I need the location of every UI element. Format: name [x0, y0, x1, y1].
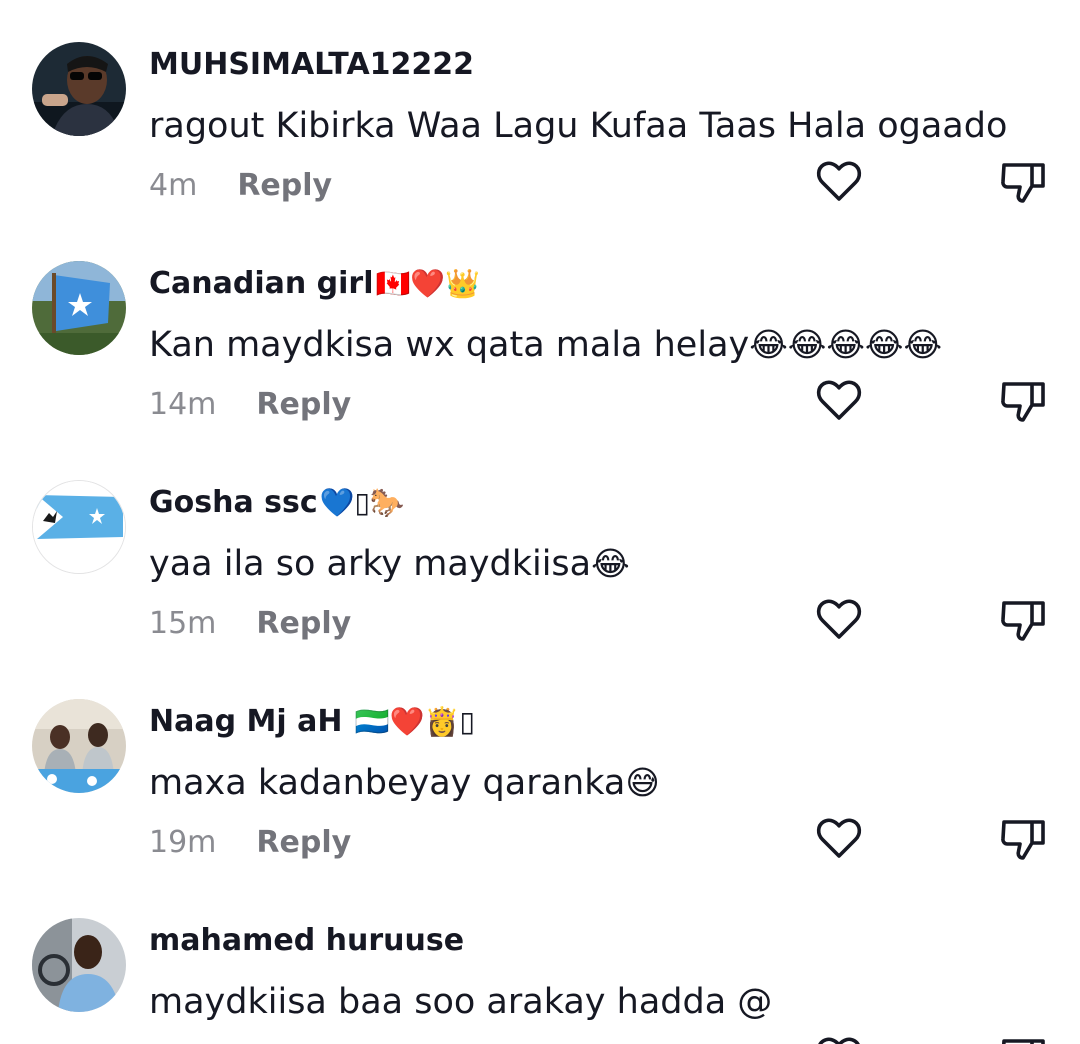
comment-username[interactable]: MUHSIMALTA12222: [149, 46, 476, 84]
like-button[interactable]: [814, 156, 864, 206]
comment-text-body: yaa ila so arky maydkiisa: [149, 544, 592, 584]
like-button[interactable]: [814, 594, 864, 644]
avatar[interactable]: [32, 42, 126, 136]
avatar[interactable]: [32, 918, 126, 1012]
reply-button[interactable]: Reply: [256, 825, 351, 861]
dislike-button[interactable]: [998, 1032, 1048, 1044]
dislike-button[interactable]: [998, 813, 1048, 863]
username-text: mahamed huruuse: [149, 923, 465, 958]
comment-username[interactable]: Gosha ssc💙▯🐎: [149, 484, 405, 522]
comment-emoji: 😂: [591, 544, 630, 583]
heart-outline-icon: [816, 161, 862, 201]
like-button[interactable]: [814, 1032, 864, 1044]
comment-timestamp: 15m: [149, 606, 217, 641]
username-emoji: 🇨🇦❤️👑: [375, 267, 481, 300]
comment-text-body: Kan maydkisa wx qata mala helay: [149, 325, 750, 365]
heart-outline-icon: [816, 380, 862, 420]
comment-username[interactable]: Naag Mj aH 🇸🇱❤️👸▯: [149, 703, 475, 741]
somali-flag-photo-icon: [32, 261, 126, 355]
reply-button[interactable]: Reply: [256, 606, 351, 642]
comment-text: yaa ila so arky maydkiisa😂: [149, 542, 630, 586]
comment-timestamp: 4m: [149, 168, 198, 203]
like-button[interactable]: [814, 375, 864, 425]
username-emoji: 💙▯🐎: [319, 486, 405, 519]
comment-emoji: 😂😂😂😂😂: [749, 325, 943, 364]
username-emoji: 🇸🇱❤️👸▯: [354, 705, 475, 738]
comment-meta: 14m Reply: [149, 387, 351, 423]
comment-timestamp: 19m: [149, 825, 217, 860]
thumbs-down-outline-icon: [1001, 163, 1045, 203]
avatar[interactable]: [32, 261, 126, 355]
comment-text: maydkiisa baa soo arakay hadda @: [149, 980, 772, 1024]
flag-star-horseman-icon: [33, 481, 125, 573]
comment-text: maxa kadanbeyay qaranka😅: [149, 761, 660, 805]
thumbs-down-outline-icon: [1002, 1039, 1045, 1044]
avatar[interactable]: [32, 699, 126, 793]
username-text: Gosha ssc: [149, 485, 318, 520]
comment-username[interactable]: mahamed huruuse: [149, 922, 466, 960]
dislike-button[interactable]: [998, 156, 1048, 206]
comment-meta: 4m Reply: [149, 168, 332, 204]
thumbs-down-outline-icon: [1001, 601, 1045, 641]
heart-outline-icon: [818, 1037, 860, 1044]
dislike-button[interactable]: [998, 375, 1048, 425]
comment-emoji: 😅: [625, 763, 660, 802]
comment-item: mahamed huruuse maydkiisa baa soo arakay…: [0, 918, 1080, 1044]
username-text: Naag Mj aH: [149, 704, 353, 739]
thumbs-down-outline-icon: [1001, 382, 1045, 422]
comment-item: MUHSIMALTA12222 ragout Kibirka Waa Lagu …: [0, 42, 1080, 261]
username-text: MUHSIMALTA12222: [149, 47, 475, 82]
thumbs-down-outline-icon: [1001, 820, 1045, 860]
heart-outline-icon: [816, 818, 862, 858]
comment-text-body: ragout Kibirka Waa Lagu Kufaa Taas Hala …: [149, 106, 1008, 146]
comment-text-body: maxa kadanbeyay qaranka: [149, 763, 626, 803]
reply-button[interactable]: Reply: [237, 168, 332, 204]
username-text: Canadian girl: [149, 266, 374, 301]
comment-timestamp: 14m: [149, 387, 217, 422]
profile-photo-man-car-icon: [32, 918, 126, 1012]
avatar[interactable]: [32, 480, 126, 574]
comment-item: Naag Mj aH 🇸🇱❤️👸▯ maxa kadanbeyay qarank…: [0, 699, 1080, 918]
profile-photo-icon: [32, 42, 126, 136]
comment-meta: 19m Reply: [149, 825, 351, 861]
dislike-button[interactable]: [998, 594, 1048, 644]
reply-button[interactable]: Reply: [256, 387, 351, 423]
comment-item: Gosha ssc💙▯🐎 yaa ila so arky maydkiisa😂 …: [0, 480, 1080, 699]
comment-text-body: maydkiisa baa soo arakay hadda @: [149, 982, 773, 1022]
comment-username[interactable]: Canadian girl🇨🇦❤️👑: [149, 265, 480, 303]
comment-text: ragout Kibirka Waa Lagu Kufaa Taas Hala …: [149, 104, 1007, 148]
heart-outline-icon: [816, 599, 862, 639]
like-button[interactable]: [814, 813, 864, 863]
comment-item: Canadian girl🇨🇦❤️👑 Kan maydkisa wx qata …: [0, 261, 1080, 480]
profile-photo-group-icon: [32, 699, 126, 793]
comment-meta: 15m Reply: [149, 606, 351, 642]
comment-text: Kan maydkisa wx qata mala helay😂😂😂😂😂: [149, 323, 942, 367]
